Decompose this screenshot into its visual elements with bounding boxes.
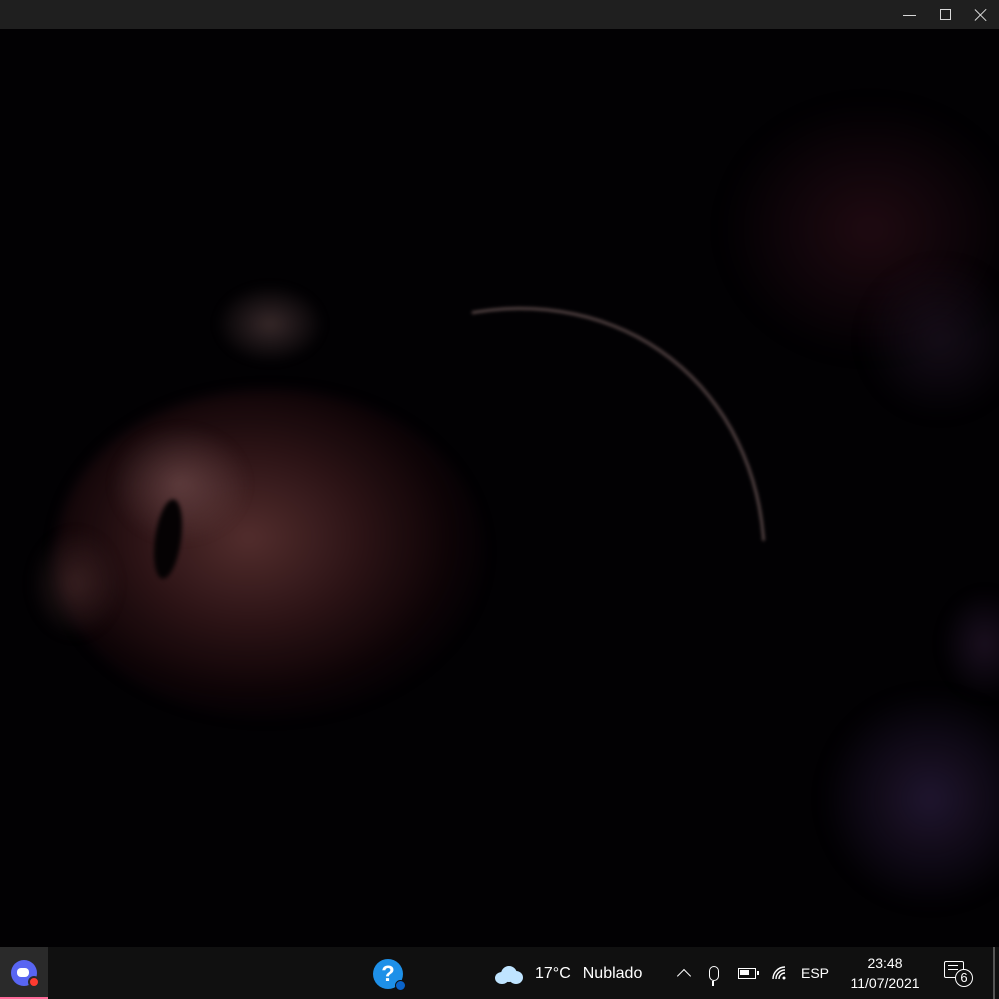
weather-condition: Nublado [582,965,643,982]
background-shape [820,689,999,909]
person-chin [30,529,120,639]
close-button[interactable] [963,0,999,29]
person-face [55,389,485,719]
microphone-icon [709,965,719,986]
wifi-icon [772,966,786,980]
title-bar [0,0,999,29]
record-dot [28,976,40,988]
gamepad-glyph [17,968,29,977]
controller-record-app-icon [11,960,40,988]
notification-center-button[interactable]: 6 [944,961,973,987]
taskbar-app-button[interactable] [0,947,48,999]
battery-icon [738,967,759,979]
clock[interactable]: 23:48 11/07/2021 [843,953,927,993]
help-icon[interactable]: ? [373,959,406,991]
weather-temperature: 17°C [535,965,571,982]
language-indicator[interactable]: ESP [798,947,832,999]
help-badge [395,980,406,991]
maximize-button[interactable] [927,0,963,29]
chevron-up-icon [676,968,692,983]
minimize-button[interactable] [891,0,927,29]
battery-button[interactable] [735,947,759,999]
notification-count-badge: 6 [955,969,973,987]
wifi-button[interactable] [768,947,790,999]
show-hidden-icons-button[interactable] [673,947,695,999]
background-shape [940,589,999,699]
camera-video-feed [0,29,999,947]
show-desktop-edge[interactable] [993,947,995,999]
minimize-icon [902,14,916,17]
close-icon [974,8,988,22]
weather-widget[interactable]: 17°C Nublado [493,959,642,989]
taskbar: ? 17°C Nublado ESP 23:48 11/07/2021 6 [0,947,999,999]
clock-time: 23:48 [867,955,903,971]
headphone-top [215,284,325,364]
microphone-button[interactable] [703,947,725,999]
cloud-icon [493,964,523,984]
maximize-icon [939,9,951,20]
notification-lines [948,965,958,967]
clock-date: 11/07/2021 [850,975,920,991]
